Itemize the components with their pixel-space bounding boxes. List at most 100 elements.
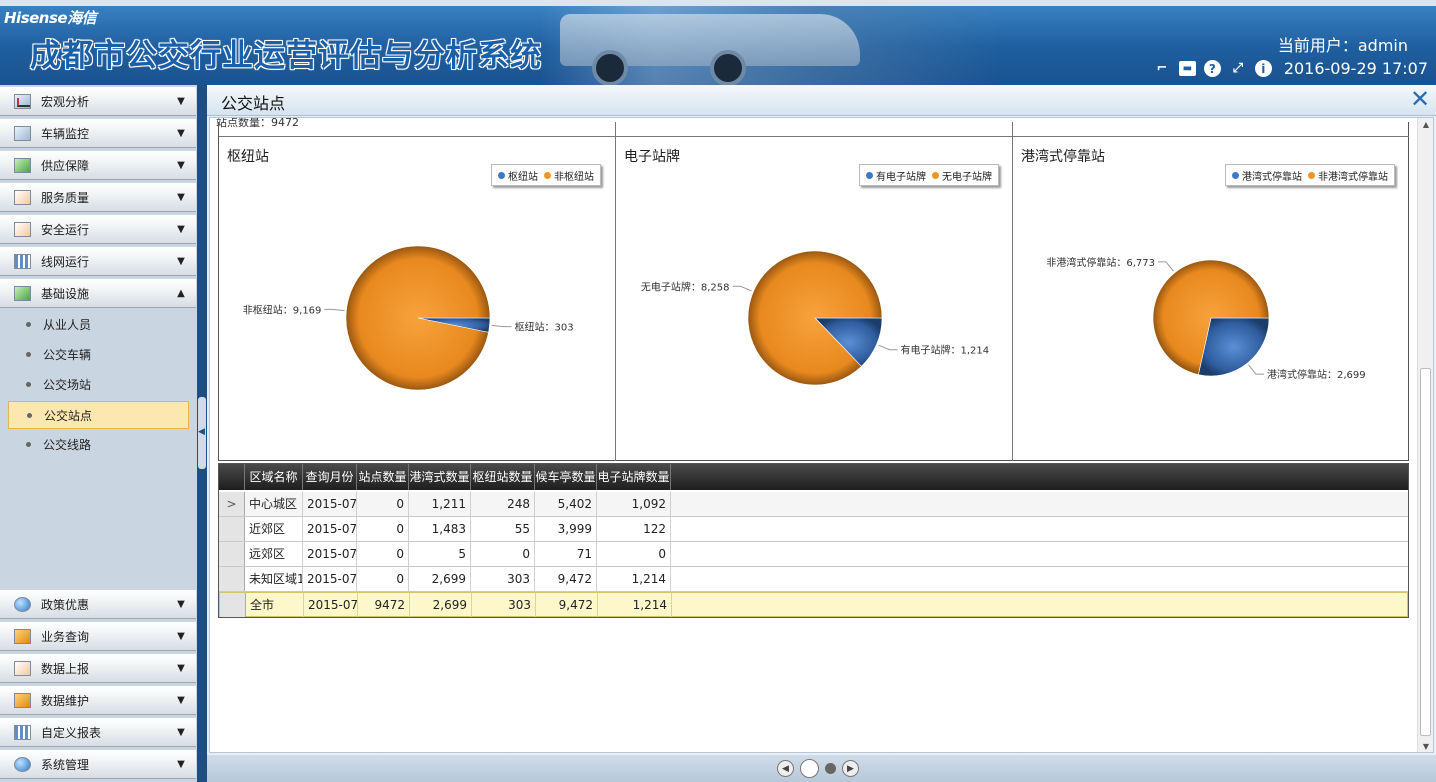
table-cell: 2015-07 <box>303 542 357 566</box>
row-selector[interactable]: > <box>219 492 245 516</box>
row-selector[interactable] <box>219 517 245 541</box>
table-cell: 2,699 <box>409 567 471 591</box>
table-cell: 3,999 <box>535 517 597 541</box>
row-selector[interactable] <box>220 593 246 617</box>
chart-electronic-signs: 电子站牌 有电子站牌 无电子站牌 有电子站牌：1,214 无电子站牌：8,258 <box>616 122 1013 461</box>
label-leader-line <box>324 308 345 312</box>
table-cell: 9,472 <box>535 567 597 591</box>
menu-custom-report[interactable]: 自定义报表 ▼ <box>0 718 196 747</box>
pie-slice[interactable] <box>345 245 491 391</box>
table-row[interactable]: 近郊区 2015-07 0 1,483 55 3,999 122 <box>219 517 1408 542</box>
crop-icon[interactable]: ⌐ <box>1153 60 1171 78</box>
help-icon[interactable]: ? <box>1203 60 1221 77</box>
camera-icon <box>14 126 31 141</box>
window-icon[interactable]: ▬ <box>1178 61 1196 76</box>
app-header: Hisense海信 成都市公交行业运营评估与分析系统 当前用户：admin ⌐ … <box>0 0 1436 85</box>
column-header[interactable]: 电子站牌数量 <box>597 464 671 490</box>
table-cell: 0 <box>357 542 409 566</box>
menu-label: 供应保障 <box>41 159 90 173</box>
row-selector[interactable] <box>219 567 245 591</box>
row-selector-header <box>219 464 245 490</box>
prev-page-icon[interactable]: ◀ <box>777 760 794 777</box>
sub-item-bus-lines[interactable]: 公交线路 <box>8 430 189 458</box>
column-header[interactable]: 区域名称 <box>245 464 303 490</box>
menu-label: 政策优惠 <box>41 598 90 612</box>
sub-item-bus-stops[interactable]: 公交站点 <box>8 401 189 429</box>
sidebar-splitter[interactable]: ◀ <box>197 85 207 782</box>
menu-data-maintenance[interactable]: 数据维护 ▼ <box>0 686 196 715</box>
data-label: 枢纽站：303 <box>515 321 574 334</box>
info-icon[interactable]: i <box>1254 60 1272 77</box>
menu-macro-analysis[interactable]: 宏观分析 ▼ <box>0 87 196 116</box>
pencil-icon <box>14 661 31 676</box>
sub-item-depots[interactable]: 公交场站 <box>8 370 189 398</box>
sub-item-buses[interactable]: 公交车辆 <box>8 340 189 368</box>
column-header[interactable]: 候车亭数量 <box>535 464 597 490</box>
chevron-up-icon: ▲ <box>177 288 185 299</box>
label-leader-line <box>732 285 752 292</box>
table-row[interactable]: 未知区域1 2015-07 0 2,699 303 9,472 1,214 <box>219 567 1408 592</box>
menu-system-management[interactable]: 系统管理 ▼ <box>0 750 196 779</box>
table-cell: 122 <box>597 517 671 541</box>
menu-business-query[interactable]: 业务查询 ▼ <box>0 622 196 651</box>
page-indicator-icon[interactable] <box>825 763 836 774</box>
menu-label: 宏观分析 <box>41 95 90 109</box>
bus-banner-image <box>540 6 1000 85</box>
table-row[interactable]: > 中心城区 2015-07 0 1,211 248 5,402 1,092 <box>219 492 1408 517</box>
chevron-down-icon: ▼ <box>177 599 185 610</box>
collapse-sidebar-handle[interactable]: ◀ <box>198 397 206 469</box>
scroll-down-icon[interactable]: ▼ <box>1418 740 1433 752</box>
chart-hub-stations: 枢纽站 枢纽站 非枢纽站 枢纽站：303 非枢纽站：9,169 <box>219 122 616 461</box>
page-indicator-icon[interactable] <box>800 759 819 778</box>
table-cell: 5,402 <box>535 492 597 516</box>
table-cell: 0 <box>471 542 535 566</box>
table-cell: 303 <box>471 567 535 591</box>
menu-label: 自定义报表 <box>41 726 102 740</box>
table-header: 区域名称 查询月份 站点数量 港湾式数量 枢纽站数量 候车亭数量 电子站牌数量 <box>219 464 1408 490</box>
close-icon[interactable]: ✕ <box>1408 87 1432 112</box>
table-row[interactable]: 远郊区 2015-07 0 5 0 71 0 <box>219 542 1408 567</box>
menu-label: 系统管理 <box>41 758 90 772</box>
sub-item-label: 从业人员 <box>43 317 92 332</box>
column-header[interactable]: 站点数量 <box>357 464 409 490</box>
bullet-icon <box>26 321 31 327</box>
chevron-down-icon: ▼ <box>177 160 185 171</box>
table-cell: 1,483 <box>409 517 471 541</box>
vertical-scrollbar[interactable]: ▲ ▼ <box>1417 118 1433 752</box>
table-cell: 0 <box>357 517 409 541</box>
pie-chart-svg: 有电子站牌：1,214 无电子站牌：8,258 <box>641 250 989 386</box>
table-row[interactable]: 全市 2015-07 9472 2,699 303 9,472 1,214 <box>219 592 1408 617</box>
scroll-up-icon[interactable]: ▲ <box>1418 118 1433 132</box>
menu-infrastructure[interactable]: 基础设施 ▲ <box>0 279 196 308</box>
menu-vehicle-monitoring[interactable]: 车辆监控 ▼ <box>0 119 196 148</box>
menu-policy-discounts[interactable]: 政策优惠 ▼ <box>0 590 196 619</box>
chevron-down-icon: ▼ <box>177 695 185 706</box>
fullscreen-icon[interactable]: ⤢ <box>1229 60 1247 78</box>
header-toolbar: ⌐ ▬ ? ⤢ i 2016-09-29 17:07 <box>1153 59 1428 78</box>
bullet-icon <box>26 441 31 447</box>
chevron-down-icon: ▼ <box>177 759 185 770</box>
menu-service-quality[interactable]: 服务质量 ▼ <box>0 183 196 212</box>
table-cell: 0 <box>357 492 409 516</box>
label-leader-line <box>1248 364 1265 375</box>
menu-data-report[interactable]: 数据上报 ▼ <box>0 654 196 683</box>
next-page-icon[interactable]: ▶ <box>842 760 859 777</box>
sub-item-practitioners[interactable]: 从业人员 <box>8 310 189 338</box>
menu-label: 数据上报 <box>41 662 90 676</box>
chevron-down-icon: ▼ <box>177 631 185 642</box>
chevron-down-icon: ▼ <box>177 663 185 674</box>
menu-label: 数据维护 <box>41 694 90 708</box>
bus-wheel <box>710 50 746 85</box>
column-header[interactable]: 查询月份 <box>303 464 357 490</box>
row-selector[interactable] <box>219 542 245 566</box>
menu-safe-operation[interactable]: 安全运行 ▼ <box>0 215 196 244</box>
datetime: 2016-09-29 17:07 <box>1283 59 1428 78</box>
menu-supply-guarantee[interactable]: 供应保障 ▼ <box>0 151 196 180</box>
menu-network-operation[interactable]: 线网运行 ▼ <box>0 247 196 276</box>
chart-harbor-stops: 港湾式停靠站 港湾式停靠站 非港湾式停靠站 港湾式停靠站：2,699 非港湾式停靠… <box>1013 122 1409 461</box>
column-header[interactable]: 枢纽站数量 <box>471 464 535 490</box>
column-header[interactable]: 港湾式数量 <box>409 464 471 490</box>
menu-label: 业务查询 <box>41 630 90 644</box>
scrollbar-thumb[interactable] <box>1420 368 1431 736</box>
table-cell: 248 <box>471 492 535 516</box>
